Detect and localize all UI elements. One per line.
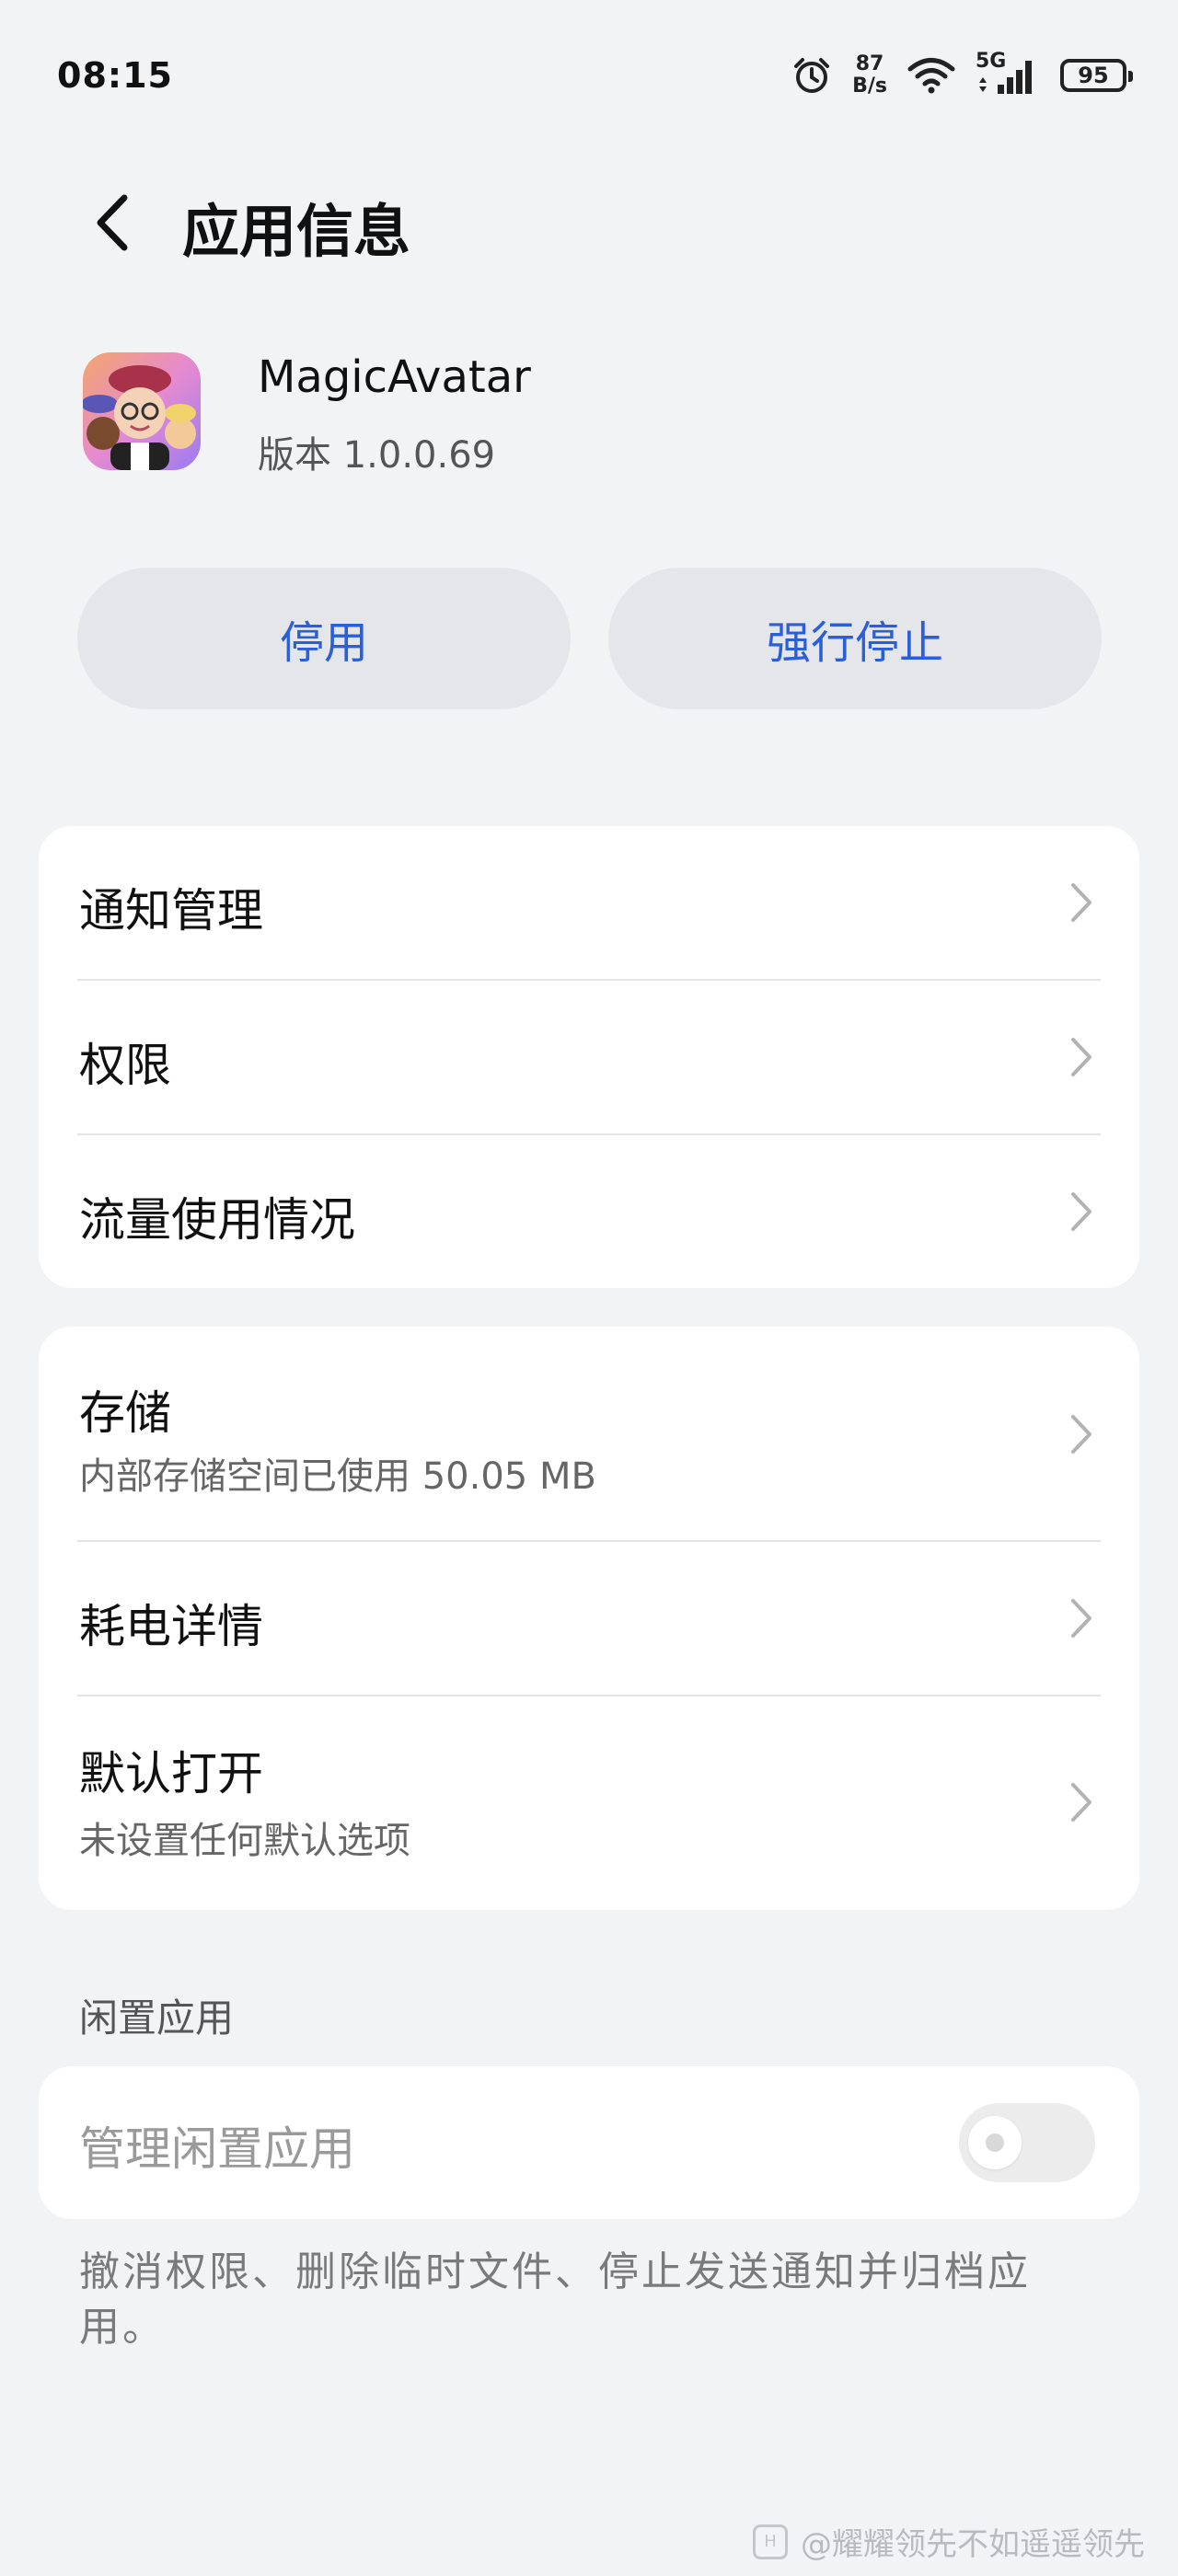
watermark-logo-icon: H	[753, 2524, 788, 2559]
back-arrow-icon[interactable]	[87, 190, 143, 255]
row-subtitle: 未设置任何默认选项	[79, 1820, 410, 1862]
idle-apps-description: 撤消权限、删除临时文件、停止发送通知并归档应用。	[79, 2248, 1031, 2351]
row-open-by-default[interactable]: 默认打开 未设置任何默认选项	[39, 1696, 1139, 1910]
row-data-usage[interactable]: 流量使用情况	[39, 1135, 1139, 1288]
idle-apps-card: 管理闲置应用	[39, 2066, 1139, 2219]
row-permissions[interactable]: 权限	[39, 981, 1139, 1133]
app-name: MagicAvatar	[258, 351, 531, 403]
status-icons: 87 B/s 5G 95	[791, 50, 1133, 99]
row-notification-management[interactable]: 通知管理	[39, 826, 1139, 979]
row-title: 流量使用情况	[79, 1193, 355, 1247]
wifi-icon	[907, 58, 955, 94]
chevron-right-icon	[1071, 1038, 1091, 1076]
row-battery-details[interactable]: 耗电详情	[39, 1542, 1139, 1695]
network-speed-value: 87	[855, 52, 884, 75]
section-label-idle-apps: 闲置应用	[79, 1995, 235, 2041]
manage-idle-apps-toggle[interactable]	[959, 2103, 1095, 2182]
chevron-right-icon	[1071, 1192, 1091, 1231]
disable-button[interactable]: 停用	[77, 568, 571, 709]
manage-idle-apps-label: 管理闲置应用	[79, 2122, 355, 2176]
header: 应用信息	[0, 170, 1178, 271]
row-title: 权限	[79, 1039, 171, 1092]
battery-level: 95	[1078, 63, 1109, 88]
settings-card-2: 存储 内部存储空间已使用 50.05 MB 耗电详情 默认打开 未设置任何默认选…	[39, 1327, 1139, 1910]
network-speed: 87 B/s	[852, 53, 887, 98]
battery-icon: 95	[1060, 59, 1133, 92]
signal-icon	[979, 61, 1032, 94]
watermark-text: @耀耀领先不如遥遥领先	[801, 2526, 1145, 2563]
chevron-right-icon	[1071, 1415, 1091, 1454]
toggle-knob	[968, 2116, 1022, 2169]
chevron-right-icon	[1071, 883, 1091, 922]
force-stop-button[interactable]: 强行停止	[608, 568, 1102, 709]
cellular: 5G	[976, 50, 1040, 96]
app-version: 版本 1.0.0.69	[258, 434, 496, 477]
chevron-right-icon	[1071, 1599, 1091, 1638]
chevron-right-icon	[1071, 1783, 1091, 1822]
row-subtitle: 内部存储空间已使用 50.05 MB	[79, 1455, 596, 1498]
row-title: 耗电详情	[79, 1600, 263, 1653]
alarm-icon	[794, 58, 830, 93]
row-title: 通知管理	[79, 884, 263, 937]
row-title: 存储	[79, 1386, 171, 1440]
status-time: 08:15	[57, 55, 173, 96]
page-title: 应用信息	[182, 198, 411, 265]
row-title: 默认打开	[79, 1747, 263, 1800]
network-speed-unit: B/s	[852, 75, 887, 98]
watermark: H @耀耀领先不如遥遥领先	[753, 2519, 1145, 2564]
settings-card-1: 通知管理 权限 流量使用情况	[39, 826, 1139, 1288]
status-bar: 08:15 87 B/s 5G 95	[0, 0, 1178, 138]
row-storage[interactable]: 存储 内部存储空间已使用 50.05 MB	[39, 1327, 1139, 1540]
app-icon	[83, 352, 201, 470]
